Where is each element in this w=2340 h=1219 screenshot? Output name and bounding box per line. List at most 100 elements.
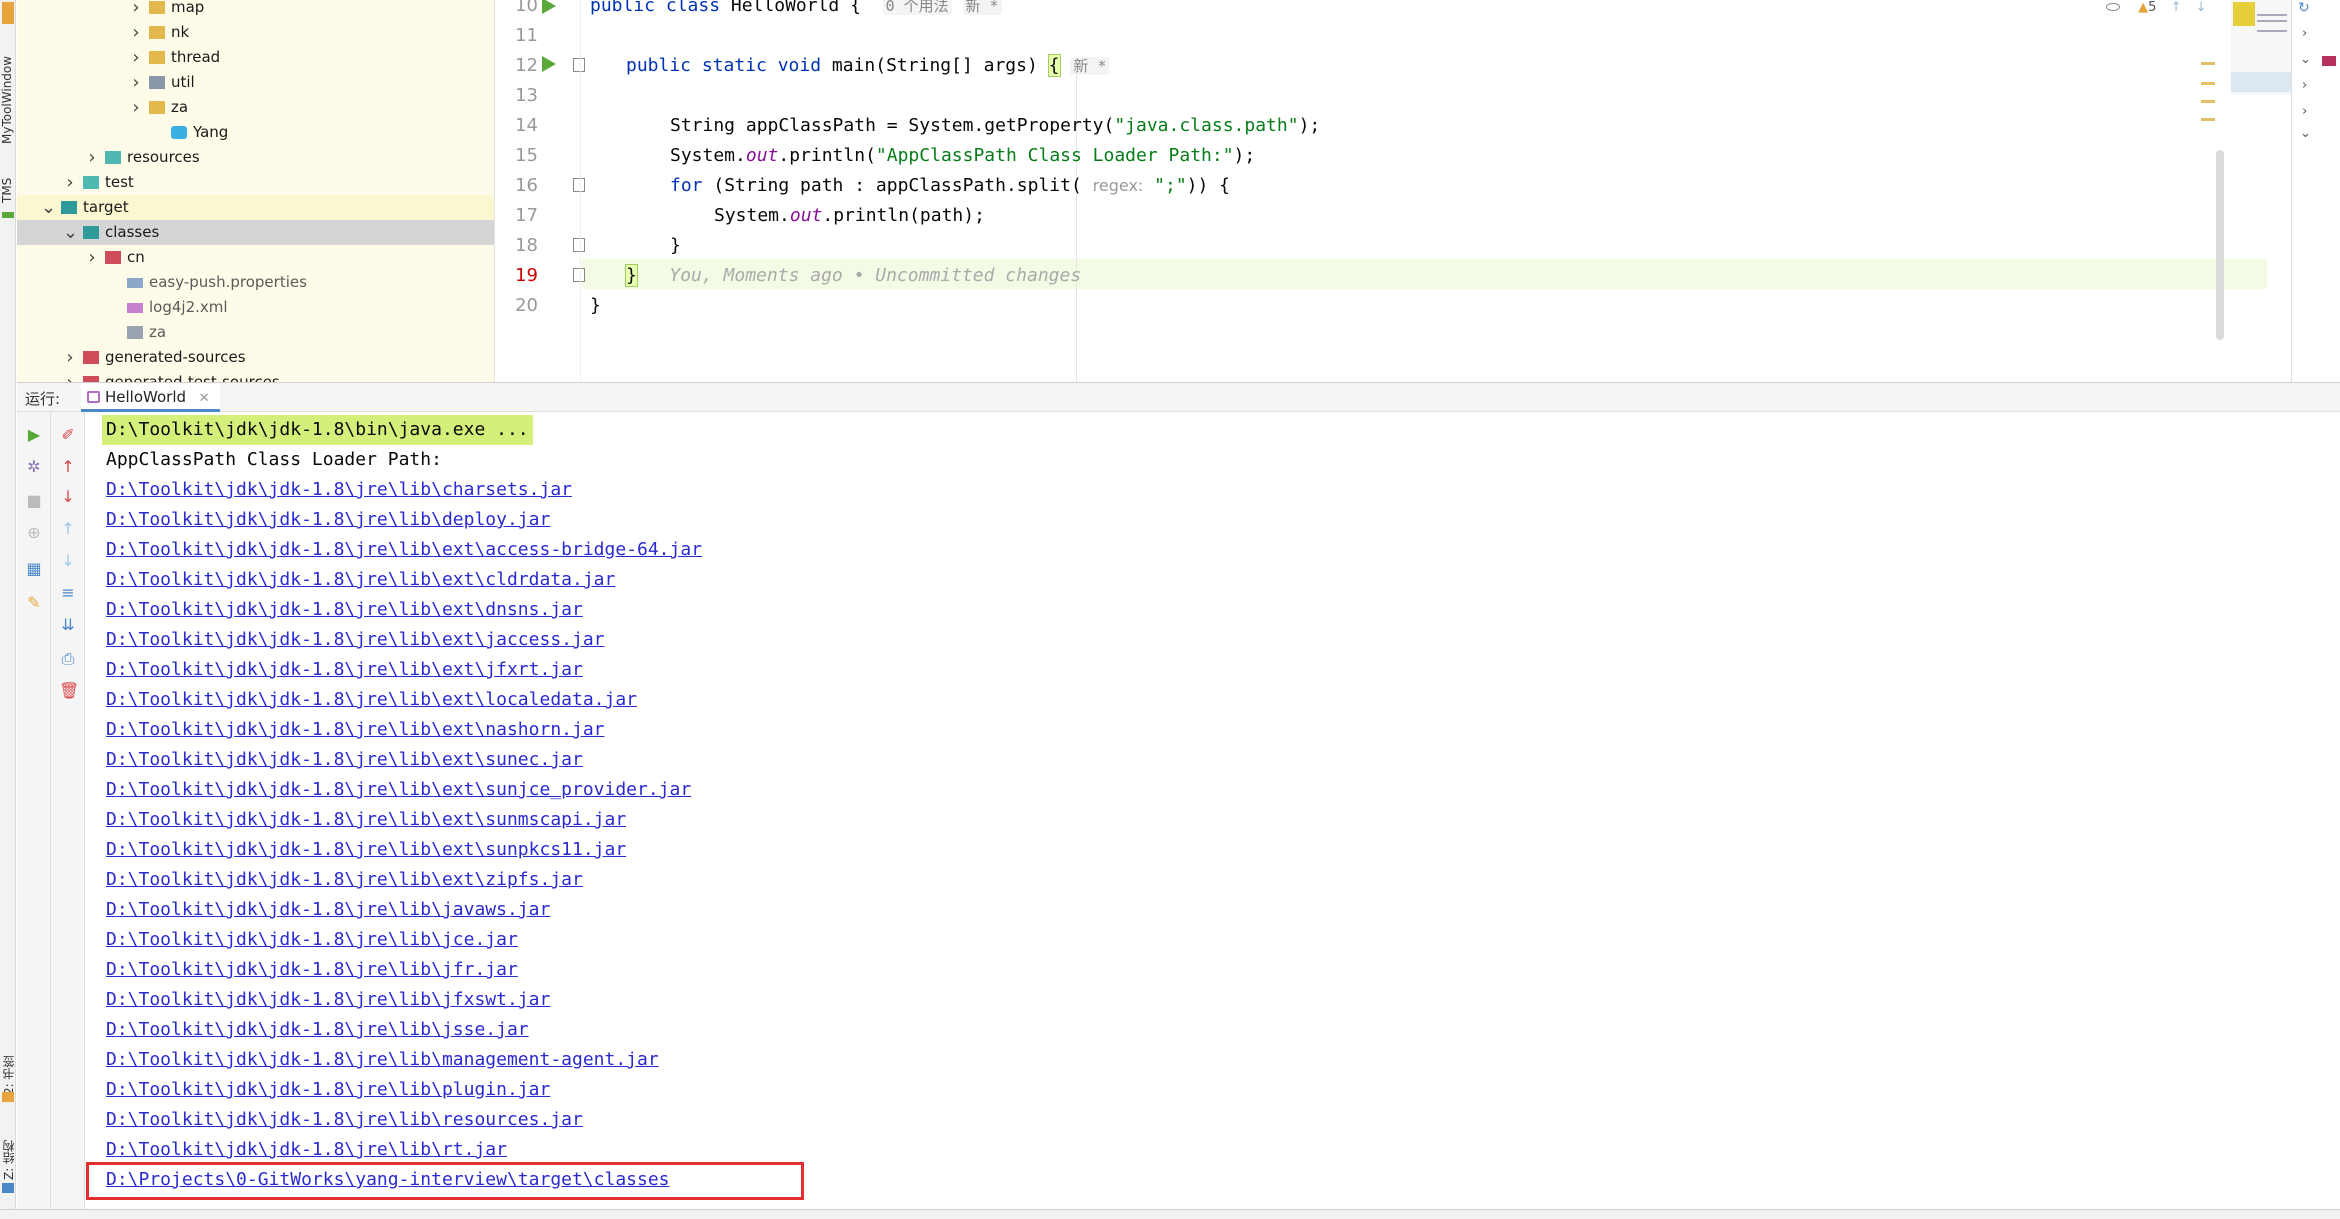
tree-item[interactable]: › za (17, 95, 494, 120)
refresh-icon[interactable]: ↻ (2298, 0, 2310, 16)
mytoolwindow-tab[interactable]: MyToolWindow (0, 50, 16, 150)
usage-hint[interactable]: 0 个用法 (882, 0, 952, 15)
console-path-link[interactable]: D:\Toolkit\jdk\jdk-1.8\jre\lib\managemen… (106, 1045, 659, 1075)
console-path-link[interactable]: D:\Toolkit\jdk\jdk-1.8\jre\lib\ext\sunms… (106, 805, 626, 835)
console-path-link[interactable]: D:\Toolkit\jdk\jdk-1.8\jre\lib\ext\dnsns… (106, 595, 583, 625)
code-line-18[interactable]: } (670, 231, 681, 261)
tree-item[interactable]: easy-push.properties (17, 270, 494, 295)
settings-icon[interactable]: ✲ (25, 458, 43, 476)
structure-tab[interactable]: Z: 结构 (0, 1130, 16, 1190)
warning-stripe[interactable] (2201, 82, 2215, 85)
tree-item[interactable]: › map (17, 0, 494, 20)
structure-icon[interactable] (2, 1183, 14, 1193)
chevron-right-icon[interactable]: › (129, 45, 143, 70)
console-path-link[interactable]: D:\Toolkit\jdk\jdk-1.8\jre\lib\jfr.jar (106, 955, 518, 985)
code-line-19[interactable]: } You, Moments ago • Uncommitted changes (625, 261, 1081, 291)
project-tool-icon[interactable] (2, 2, 14, 24)
code-line-15[interactable]: System.out.println("AppClassPath Class L… (670, 141, 1255, 171)
down-arrow-icon[interactable]: ↓ (59, 488, 77, 506)
close-icon[interactable]: ✕ (199, 391, 210, 406)
code-line-12[interactable]: public static void main(String[] args) {… (626, 51, 1110, 81)
chevron-right-icon[interactable]: › (2302, 104, 2307, 119)
chevron-right-icon[interactable]: › (63, 370, 77, 382)
up-stack-icon[interactable]: ↑ (59, 520, 77, 538)
trash-icon[interactable]: 🗑 (59, 682, 79, 700)
tree-item[interactable]: › nk (17, 20, 494, 45)
chevron-right-icon[interactable]: › (2302, 26, 2307, 41)
print-icon[interactable]: ⎙ (59, 650, 77, 668)
console-path-link[interactable]: D:\Toolkit\jdk\jdk-1.8\jre\lib\javaws.ja… (106, 895, 550, 925)
chevron-down-icon[interactable]: ⌄ (41, 195, 56, 220)
console-path-link[interactable]: D:\Toolkit\jdk\jdk-1.8\jre\lib\ext\nasho… (106, 715, 605, 745)
chevron-right-icon[interactable]: › (129, 0, 143, 20)
warning-icon[interactable]: ▲ (2138, 0, 2148, 15)
up-arrow-icon[interactable]: ↑ (59, 458, 77, 476)
console-path-link[interactable]: D:\Toolkit\jdk\jdk-1.8\jre\lib\rt.jar (106, 1135, 507, 1165)
run-class-icon[interactable] (542, 0, 556, 14)
chevron-right-icon[interactable]: › (2302, 78, 2307, 93)
chevron-right-icon[interactable]: › (129, 20, 143, 45)
author-hint[interactable]: 新 * (1070, 57, 1110, 75)
layout-icon[interactable]: ▦ (25, 560, 43, 578)
run-tab-helloworld[interactable]: HelloWorld ✕ (81, 383, 220, 412)
soft-wrap-icon[interactable]: ≡ (59, 584, 77, 602)
chevron-right-icon[interactable]: › (85, 145, 99, 170)
console-path-link[interactable]: D:\Toolkit\jdk\jdk-1.8\jre\lib\jfxswt.ja… (106, 985, 550, 1015)
tree-item[interactable]: ⌄ classes (17, 220, 494, 245)
chevron-down-icon[interactable]: ⌄ (2300, 126, 2311, 141)
console-path-link[interactable]: D:\Toolkit\jdk\jdk-1.8\jre\lib\ext\sunjc… (106, 775, 691, 805)
chevron-right-icon[interactable]: › (129, 70, 143, 95)
chevron-right-icon[interactable]: › (129, 95, 143, 120)
chevron-down-icon[interactable]: ⌄ (2300, 52, 2311, 67)
tree-item[interactable]: › cn (17, 245, 494, 270)
fold-marker-icon[interactable] (573, 58, 585, 72)
console-path-link[interactable]: D:\Toolkit\jdk\jdk-1.8\jre\lib\plugin.ja… (106, 1075, 550, 1105)
tree-item[interactable]: › util (17, 70, 494, 95)
console-path-link[interactable]: D:\Toolkit\jdk\jdk-1.8\jre\lib\ext\acces… (106, 535, 702, 565)
console-path-link[interactable]: D:\Toolkit\jdk\jdk-1.8\jre\lib\jsse.jar (106, 1015, 529, 1045)
chevron-right-icon[interactable]: › (63, 345, 77, 370)
warning-stripe[interactable] (2201, 118, 2215, 121)
console-path-link[interactable]: D:\Toolkit\jdk\jdk-1.8\jre\lib\deploy.ja… (106, 505, 550, 535)
code-line-14[interactable]: String appClassPath = System.getProperty… (670, 111, 1320, 141)
console-path-link[interactable]: D:\Toolkit\jdk\jdk-1.8\jre\lib\ext\jacce… (106, 625, 605, 655)
down-stack-icon[interactable]: ↓ (59, 552, 77, 570)
tree-item[interactable]: za (17, 320, 494, 345)
tree-item[interactable]: › resources (17, 145, 494, 170)
pin-icon[interactable]: ✎ (25, 594, 43, 612)
code-line-10[interactable]: public class HelloWorld { 0 个用法 新 * (590, 0, 1002, 21)
editor-scrollbar[interactable] (2216, 150, 2224, 340)
fold-marker-icon[interactable] (573, 268, 585, 282)
code-line-17[interactable]: System.out.println(path); (714, 201, 985, 231)
warning-stripe[interactable] (2201, 62, 2215, 65)
clear-pen-icon[interactable]: ✐ (59, 426, 77, 444)
tree-item[interactable]: › generated-sources (17, 345, 494, 370)
bookmark-icon[interactable] (2, 1092, 14, 1102)
console-path-link[interactable]: D:\Toolkit\jdk\jdk-1.8\jre\lib\ext\cldrd… (106, 565, 615, 595)
console-path-link[interactable]: D:\Toolkit\jdk\jdk-1.8\jre\lib\ext\sunpk… (106, 835, 626, 865)
warning-stripe[interactable] (2201, 100, 2215, 103)
console-path-link[interactable]: D:\Toolkit\jdk\jdk-1.8\jre\lib\ext\local… (106, 685, 637, 715)
console-path-link[interactable]: D:\Toolkit\jdk\jdk-1.8\jre\lib\ext\zipfs… (106, 865, 583, 895)
reader-mode-icon[interactable] (2106, 3, 2120, 11)
inline-blame[interactable]: You, Moments ago • Uncommitted changes (669, 265, 1081, 286)
fold-marker-icon[interactable] (573, 178, 585, 192)
scroll-to-end-icon[interactable]: ⇊ (59, 616, 77, 634)
code-editor[interactable]: 10 11 12 13 14 15 16 17 18 19 20 public … (496, 0, 2291, 382)
tree-item[interactable]: › generated-test-sources (17, 370, 494, 382)
editor-gutter[interactable]: 10 11 12 13 14 15 16 17 18 19 20 (496, 0, 585, 382)
console-path-link[interactable]: D:\Toolkit\jdk\jdk-1.8\jre\lib\ext\jfxrt… (106, 655, 583, 685)
tree-item[interactable]: Yang (17, 120, 494, 145)
code-line-20[interactable]: } (590, 291, 601, 321)
warning-count[interactable]: 5 (2148, 0, 2156, 15)
chevron-down-icon[interactable]: ⌄ (63, 220, 78, 245)
chevron-right-icon[interactable]: › (63, 170, 77, 195)
console-path-link[interactable]: D:\Toolkit\jdk\jdk-1.8\jre\lib\ext\sunec… (106, 745, 583, 775)
rerun-icon[interactable]: ▶ (25, 426, 43, 444)
restore-layout-icon[interactable]: ⊕ (25, 524, 43, 542)
prev-highlight-icon[interactable]: ↑ (2171, 0, 2182, 15)
console-path-link[interactable]: D:\Toolkit\jdk\jdk-1.8\jre\lib\resources… (106, 1105, 583, 1135)
author-hint[interactable]: 新 * (962, 0, 1002, 15)
tree-item[interactable]: ⌄ target (17, 195, 494, 220)
code-line-16[interactable]: for (String path : appClassPath.split( r… (670, 171, 1230, 201)
